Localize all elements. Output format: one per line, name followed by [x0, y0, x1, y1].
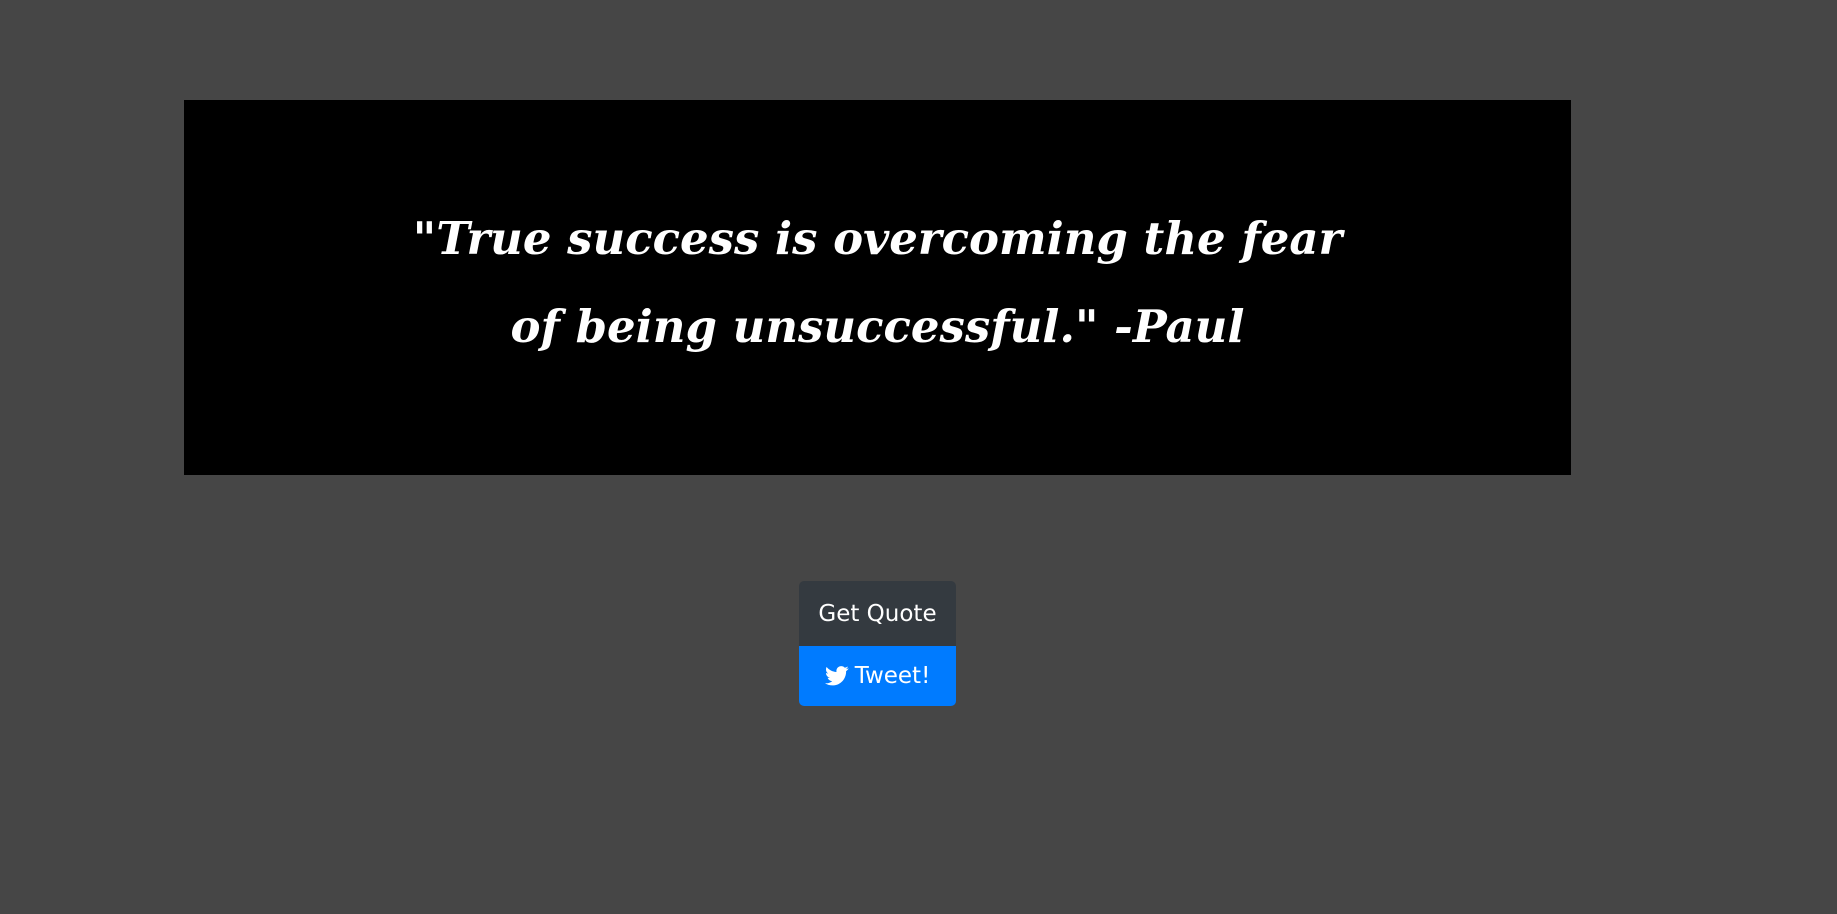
get-quote-button[interactable]: Get Quote — [799, 581, 956, 646]
quote-text: "True success is overcoming the fear of … — [412, 211, 1343, 353]
tweet-label: Tweet! — [854, 663, 931, 689]
tweet-button[interactable]: Tweet! — [799, 646, 956, 706]
twitter-icon — [824, 666, 849, 686]
button-group: Get Quote Tweet! — [799, 581, 956, 706]
quote-box: "True success is overcoming the fear of … — [184, 100, 1571, 475]
get-quote-label: Get Quote — [818, 600, 937, 627]
